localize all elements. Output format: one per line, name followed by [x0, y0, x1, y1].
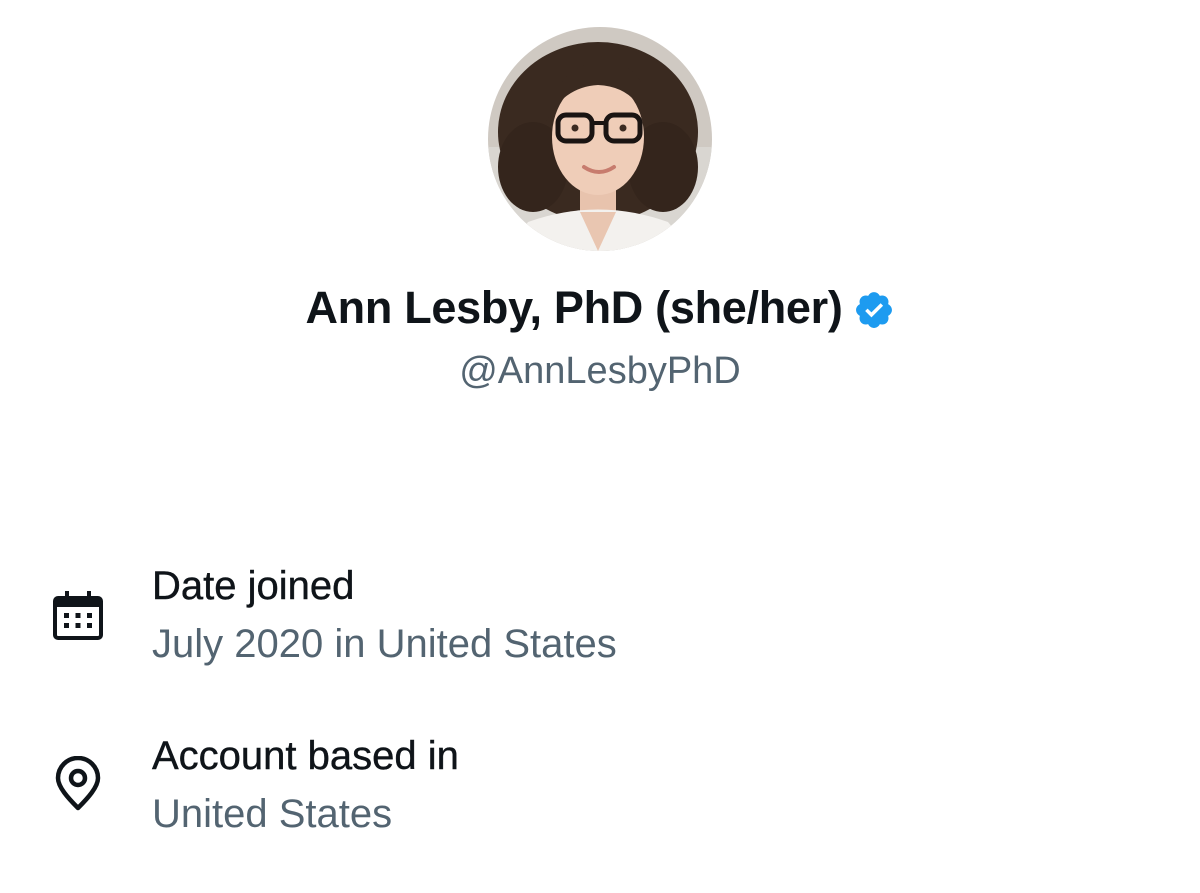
profile-name-row: Ann Lesby, PhD (she/her)	[0, 282, 1200, 334]
date-joined-label: Date joined	[152, 564, 355, 608]
avatar-image	[488, 27, 712, 251]
account-based-in-value: United States	[152, 792, 393, 836]
date-joined-row: Date joined July 2020 in United States	[0, 560, 1200, 680]
display-name: Ann Lesby, PhD (she/her)	[305, 282, 843, 333]
profile-avatar[interactable]	[488, 27, 712, 251]
date-joined-value: July 2020 in United States	[152, 622, 617, 666]
account-based-in-row: Account based in United States	[0, 730, 1200, 850]
verified-badge-icon[interactable]	[853, 289, 895, 331]
calendar-icon	[50, 588, 106, 644]
account-based-in-label: Account based in	[152, 734, 459, 778]
location-pin-icon	[50, 755, 106, 812]
profile-handle: @AnnLesbyPhD	[459, 350, 741, 392]
